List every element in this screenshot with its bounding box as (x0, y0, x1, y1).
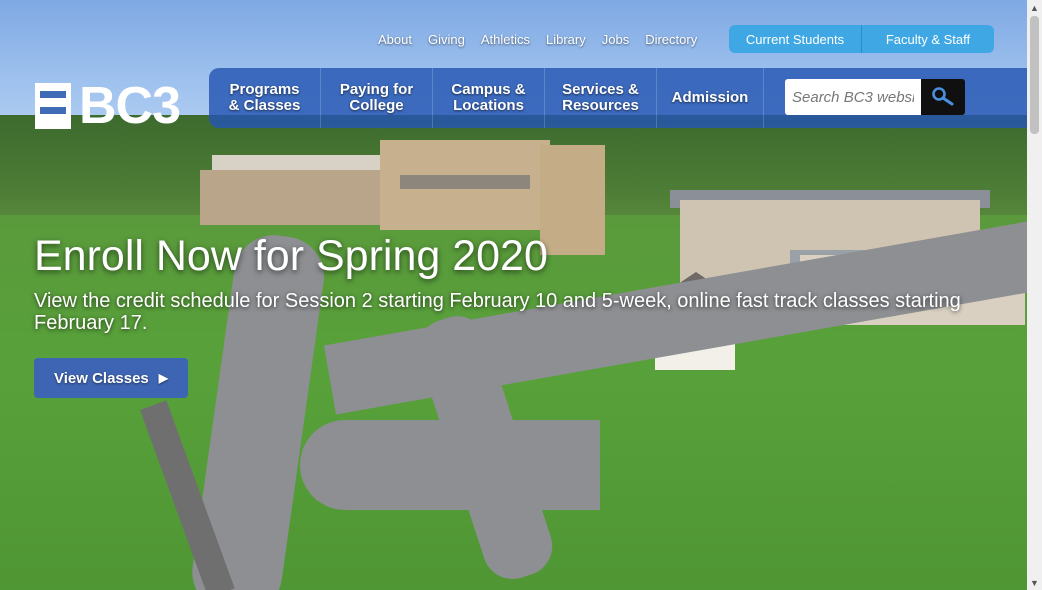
search-button[interactable] (921, 79, 965, 115)
nav-label-line1: Paying for (339, 81, 414, 98)
utility-link-library[interactable]: Library (538, 32, 594, 47)
hero-subtext: View the credit schedule for Session 2 s… (34, 290, 961, 334)
utility-link-jobs[interactable]: Jobs (594, 32, 637, 47)
nav-label-line2: College (349, 97, 404, 114)
utility-link-about[interactable]: About (370, 32, 420, 47)
nav-label-line2: Locations (453, 97, 524, 114)
nav-campus-locations[interactable]: Campus & Locations (433, 68, 545, 128)
nav-label-line1: Campus & (451, 81, 526, 98)
nav-label-line1: Services & (562, 81, 639, 98)
logo-mark-icon (35, 83, 71, 129)
current-students-link[interactable]: Current Students (729, 25, 861, 53)
search-box (785, 79, 973, 115)
audience-nav: Current Students Faculty & Staff (729, 25, 994, 53)
bc3-logo[interactable]: BC3 (35, 76, 181, 136)
nav-label-line2: Resources (562, 97, 639, 114)
vertical-scrollbar[interactable]: ▲ ▼ (1027, 0, 1042, 590)
nav-services-resources[interactable]: Services & Resources (545, 68, 657, 128)
page: About Giving Athletics Library Jobs Dire… (0, 0, 1027, 590)
logo-text: BC3 (79, 77, 181, 135)
chevron-right-icon: ▶ (158, 371, 169, 385)
search-icon (932, 87, 954, 106)
utility-link-athletics[interactable]: Athletics (473, 32, 538, 47)
scroll-up-arrow-icon[interactable]: ▲ (1027, 0, 1042, 15)
utility-nav: About Giving Athletics Library Jobs Dire… (370, 32, 705, 47)
utility-link-giving[interactable]: Giving (420, 32, 473, 47)
nav-paying-for-college[interactable]: Paying for College (321, 68, 433, 128)
scrollbar-thumb[interactable] (1030, 16, 1039, 134)
nav-label-line2: & Classes (228, 97, 301, 114)
utility-link-directory[interactable]: Directory (637, 32, 705, 47)
nav-programs-classes[interactable]: Programs & Classes (209, 68, 321, 128)
view-classes-label: View Classes (53, 369, 149, 387)
nav-label-line1: Programs (229, 81, 300, 98)
view-classes-button[interactable]: View Classes ▶ (34, 358, 188, 398)
nav-admission[interactable]: Admission (657, 68, 764, 128)
search-input[interactable] (785, 79, 921, 115)
nav-label: Admission (671, 89, 749, 106)
scroll-down-arrow-icon[interactable]: ▼ (1027, 575, 1042, 590)
hero-headline: Enroll Now for Spring 2020 (34, 232, 548, 280)
faculty-staff-link[interactable]: Faculty & Staff (861, 25, 994, 53)
